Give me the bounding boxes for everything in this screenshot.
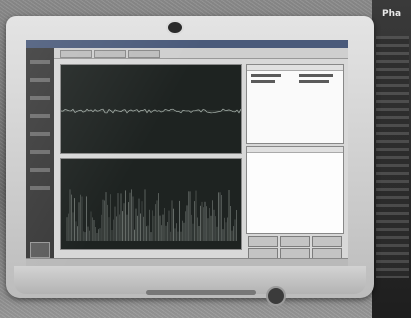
app-titlebar xyxy=(26,40,348,48)
results-panel xyxy=(246,146,344,234)
sidebar-item[interactable] xyxy=(30,150,50,154)
monitor-badge xyxy=(146,290,256,295)
legend-entry[interactable] xyxy=(299,74,333,77)
control-button[interactable] xyxy=(280,236,310,247)
power-icon[interactable] xyxy=(266,286,286,306)
background-panel-rows xyxy=(376,36,409,278)
sidebar-item[interactable] xyxy=(30,60,50,64)
button-grid xyxy=(246,236,342,260)
signal-plot-top xyxy=(60,64,242,154)
sidebar-item[interactable] xyxy=(30,168,50,172)
sidebar-item[interactable] xyxy=(30,186,50,190)
results-header xyxy=(247,147,343,153)
sidebar-nav-button[interactable] xyxy=(30,242,50,258)
background-panel-caption: Pha xyxy=(382,9,402,19)
legend-entry[interactable] xyxy=(251,80,275,83)
taskbar xyxy=(26,258,348,266)
control-button[interactable] xyxy=(312,236,342,247)
sidebar-item[interactable] xyxy=(30,132,50,136)
legend-panel xyxy=(246,64,344,144)
sidebar-item[interactable] xyxy=(30,114,50,118)
signal-spikes xyxy=(66,189,237,241)
legend-entry[interactable] xyxy=(299,80,329,83)
legend-entry[interactable] xyxy=(251,74,281,77)
signal-plot-bottom-svg xyxy=(66,189,237,241)
sidebar-item[interactable] xyxy=(30,78,50,82)
signal-plot-bottom xyxy=(60,158,242,250)
toolbar-tab[interactable] xyxy=(94,50,126,58)
toolbar xyxy=(54,48,348,59)
toolbar-tab[interactable] xyxy=(128,50,160,58)
control-button[interactable] xyxy=(248,236,278,247)
signal-plot-top-svg xyxy=(61,108,241,114)
sidebar-item[interactable] xyxy=(30,96,50,100)
legend-header xyxy=(247,65,343,71)
monitor-screen xyxy=(26,40,348,266)
toolbar-tab[interactable] xyxy=(60,50,92,58)
background-panel: Pha xyxy=(372,0,411,318)
sidebar xyxy=(26,48,54,266)
webcam-icon xyxy=(166,20,184,35)
